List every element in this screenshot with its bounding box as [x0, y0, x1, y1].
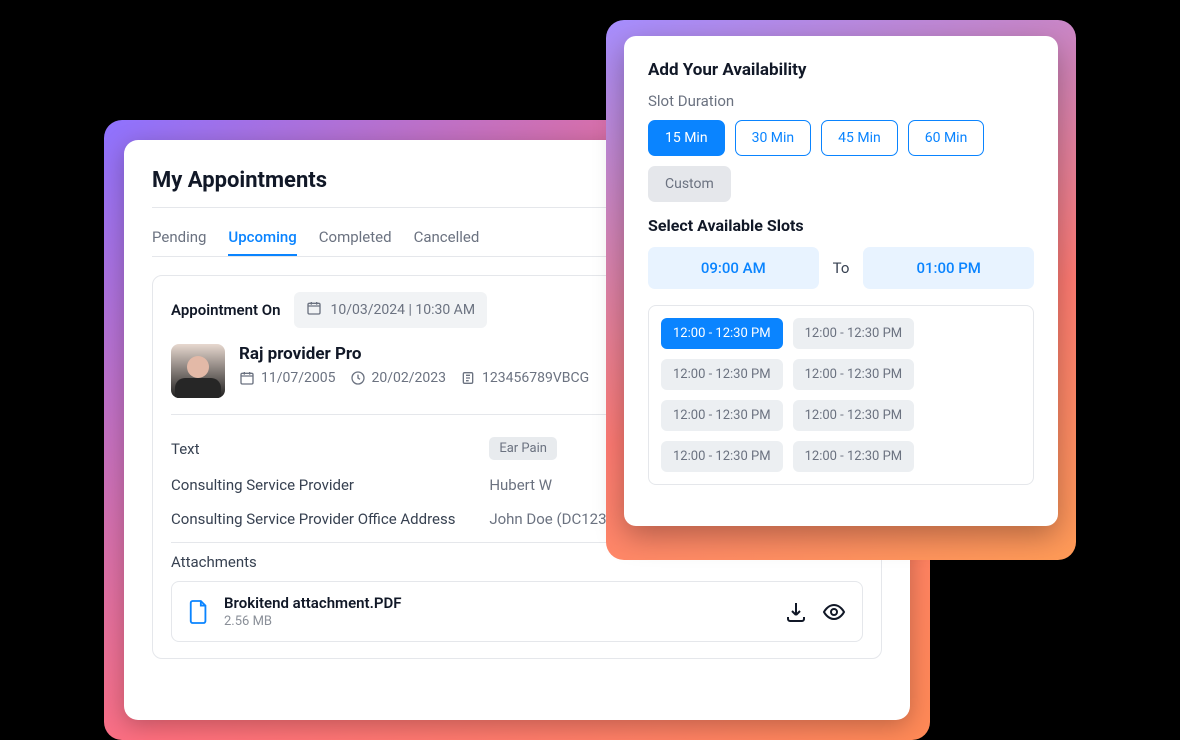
attachment-name: Brokitend attachment.PDF — [224, 594, 402, 612]
provider-dob: 11/07/2005 — [261, 370, 336, 386]
calendar-icon — [306, 300, 322, 320]
availability-card: Add Your Availability Slot Duration 15 M… — [624, 36, 1058, 526]
slot-item[interactable]: 12:00 - 12:30 PM — [661, 400, 783, 431]
duration-custom[interactable]: Custom — [648, 166, 731, 202]
clock-icon — [350, 370, 366, 386]
time-range-row: 09:00 AM To 01:00 PM — [648, 247, 1034, 289]
slot-grid: 12:00 - 12:30 PM 12:00 - 12:30 PM 12:00 … — [648, 305, 1034, 485]
provider-name: Raj provider Pro — [239, 344, 589, 364]
slot-item[interactable]: 12:00 - 12:30 PM — [793, 400, 915, 431]
download-button[interactable] — [784, 600, 808, 624]
provider-code: 123456789VBCG — [482, 370, 589, 386]
duration-15[interactable]: 15 Min — [648, 120, 725, 156]
slot-duration-label: Slot Duration — [648, 92, 1034, 110]
slot-item[interactable]: 12:00 - 12:30 PM — [661, 318, 783, 349]
tab-upcoming[interactable]: Upcoming — [228, 220, 296, 256]
slot-item[interactable]: 12:00 - 12:30 PM — [793, 359, 915, 390]
duration-chips: 15 Min 30 Min 45 Min 60 Min Custom — [648, 120, 1034, 202]
row-office-label: Consulting Service Provider Office Addre… — [171, 510, 489, 528]
to-time-input[interactable]: 01:00 PM — [863, 247, 1034, 289]
tab-cancelled[interactable]: Cancelled — [414, 220, 480, 256]
calendar-icon — [239, 370, 255, 386]
file-icon — [188, 599, 210, 625]
duration-60[interactable]: 60 Min — [908, 120, 985, 156]
view-button[interactable] — [822, 600, 846, 624]
appointment-on-label: Appointment On — [171, 301, 280, 319]
slot-item[interactable]: 12:00 - 12:30 PM — [661, 359, 783, 390]
availability-title: Add Your Availability — [648, 60, 1034, 80]
row-provider-label: Consulting Service Provider — [171, 476, 489, 494]
provider-meta: 11/07/2005 20/02/2023 123456789VBCG — [239, 370, 589, 386]
to-label: To — [833, 259, 850, 277]
duration-30[interactable]: 30 Min — [735, 120, 812, 156]
slot-item[interactable]: 12:00 - 12:30 PM — [793, 441, 915, 472]
slot-item[interactable]: 12:00 - 12:30 PM — [793, 318, 915, 349]
row-text-label: Text — [171, 440, 489, 458]
from-time-input[interactable]: 09:00 AM — [648, 247, 819, 289]
avatar — [171, 344, 225, 398]
slot-item[interactable]: 12:00 - 12:30 PM — [661, 441, 783, 472]
attachment-row: Brokitend attachment.PDF 2.56 MB — [171, 581, 863, 642]
duration-45[interactable]: 45 Min — [821, 120, 898, 156]
tab-completed[interactable]: Completed — [319, 220, 392, 256]
tab-pending[interactable]: Pending — [152, 220, 206, 256]
appointment-date-value: 10/03/2024 | 10:30 AM — [330, 302, 475, 318]
appointment-date-pill[interactable]: 10/03/2024 | 10:30 AM — [294, 292, 487, 328]
symptom-tag: Ear Pain — [489, 437, 557, 460]
attachment-size: 2.56 MB — [224, 614, 402, 629]
id-icon — [460, 370, 476, 386]
select-slots-label: Select Available Slots — [648, 216, 1034, 235]
provider-joined: 20/02/2023 — [372, 370, 447, 386]
